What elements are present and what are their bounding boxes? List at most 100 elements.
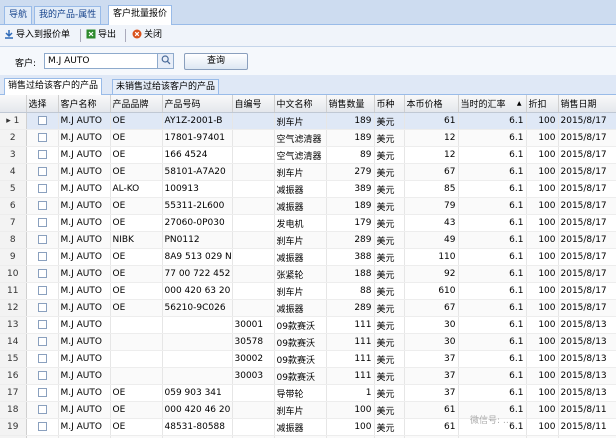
row-checkbox[interactable] [37,167,47,176]
select-checkbox-cell[interactable] [26,299,59,317]
table-row[interactable]: 7 M.J AUTO OE 27060-0P030 发电机 179 美元 43 6.1 100 20… [0,214,616,232]
table-row[interactable]: 9 M.J AUTO OE 8A9 513 029 N 减振器 388 美元 110 6.1 10… [0,248,616,266]
row-checkbox[interactable] [37,388,47,397]
col-header-price[interactable]: 本币价格 [404,95,459,113]
sale-date-cell: 2015/8/11 [558,401,616,419]
select-checkbox-cell[interactable] [26,248,59,266]
table-row[interactable]: 13 M.J AUTO 30001 09款赛沃 111 美元 30 6.1 100 2015/8/… [0,316,616,334]
customer-cell: M.J AUTO [58,350,111,368]
row-checkbox[interactable] [37,405,47,414]
row-checkbox[interactable] [37,184,47,193]
row-checkbox[interactable] [37,337,47,346]
table-row[interactable]: 8 M.J AUTO NIBK PN0112 刹车片 289 美元 49 6.1 100 2015/… [0,231,616,249]
select-checkbox-cell[interactable] [26,265,59,283]
customer-cell: M.J AUTO [58,129,111,147]
toolbar: 导入到报价单 导出 关闭 [0,25,616,47]
col-header-chinese-name[interactable]: 中文名称 [274,95,327,113]
select-checkbox-cell[interactable] [26,282,59,300]
select-checkbox-cell[interactable] [26,112,59,130]
col-header-customer[interactable]: 客户名称 [58,95,111,113]
select-checkbox-cell[interactable] [26,163,59,181]
table-row[interactable]: 19 M.J AUTO OE 48531-80588 减振器 100 美元 61 6.1 100 2… [0,418,616,436]
select-checkbox-cell[interactable] [26,231,59,249]
row-checkbox[interactable] [37,218,47,227]
customer-combobox[interactable] [44,53,174,69]
currency-cell: 美元 [374,316,405,334]
table-row[interactable]: 11 M.J AUTO OE 000 420 63 20 刹车片 88 美元 610 6.1 10… [0,282,616,300]
col-header-select[interactable]: 选择 [26,95,59,113]
table-row[interactable]: 17 M.J AUTO OE 059 903 341 导带轮 1 美元 37 6.1 100 201… [0,384,616,402]
query-button[interactable]: 查询 [184,53,248,70]
select-checkbox-cell[interactable] [26,401,59,419]
tab-unsold-products[interactable]: 未销售过给该客户的产品 [112,79,220,94]
sale-date-cell: 2015/8/17 [558,197,616,215]
row-checkbox[interactable] [37,320,47,329]
table-row[interactable]: 10 M.J AUTO OE 77 00 722 452 张紧轮 188 美元 92 6.1 10… [0,265,616,283]
customer-cell: M.J AUTO [58,299,111,317]
customer-cell: M.J AUTO [58,282,111,300]
col-header-brand[interactable]: 产品品牌 [110,95,163,113]
row-checkbox[interactable] [37,116,47,125]
table-row[interactable]: 3 M.J AUTO OE 166 4524 空气滤清器 89 美元 12 6.1 100 2015… [0,146,616,164]
select-checkbox-cell[interactable] [26,367,59,385]
table-row[interactable]: 12 M.J AUTO OE 56210-9C026 减振器 289 美元 67 6.1 100 2… [0,299,616,317]
row-checkbox[interactable] [37,354,47,363]
row-number: 9 [0,248,27,266]
table-row[interactable]: 6 M.J AUTO OE 55311-2L600 减振器 189 美元 79 6.1 100 20… [0,197,616,215]
select-checkbox-cell[interactable] [26,384,59,402]
import-to-quote-button[interactable]: 导入到报价单 [4,28,70,43]
select-checkbox-cell[interactable] [26,214,59,232]
currency-cell: 美元 [374,418,405,436]
row-checkbox[interactable] [37,269,47,278]
exchange-rate-cell: 6.1 [458,265,527,283]
customer-input[interactable] [45,54,160,68]
row-checkbox[interactable] [37,371,47,380]
close-icon [132,29,142,39]
col-header-sale-date[interactable]: 销售日期 [558,95,616,113]
row-checkbox[interactable] [37,235,47,244]
row-checkbox[interactable] [37,133,47,142]
table-row[interactable]: ▸ 1 M.J AUTO OE AY1Z-2001-B 刹车片 189 美元 61 6.1 100… [0,112,616,130]
col-header-currency[interactable]: 币种 [374,95,405,113]
tab-my-products[interactable]: 我的产品-属性 [34,6,102,24]
select-checkbox-cell[interactable] [26,146,59,164]
table-row[interactable]: 15 M.J AUTO 30002 09款赛沃 111 美元 37 6.1 100 2015/8/… [0,350,616,368]
search-trigger[interactable] [157,54,173,68]
customer-cell: M.J AUTO [58,418,111,436]
table-row[interactable]: 16 M.J AUTO 30003 09款赛沃 111 美元 37 6.1 100 2015/8/… [0,367,616,385]
row-checkbox[interactable] [37,252,47,261]
tab-sold-products[interactable]: 销售过给该客户的产品 [4,78,103,95]
select-checkbox-cell[interactable] [26,333,59,351]
tab-batch-quote[interactable]: 客户批量报价 [108,5,173,25]
table-row[interactable]: 5 M.J AUTO AL-KO 100913 减振器 389 美元 85 6.1 100 2015… [0,180,616,198]
select-checkbox-cell[interactable] [26,316,59,334]
table-row[interactable]: 18 M.J AUTO OE 000 420 46 20 刹车片 100 美元 61 6.1 10… [0,401,616,419]
col-header-discount[interactable]: 折扣 [526,95,559,113]
table-row[interactable]: 14 M.J AUTO 30578 09款赛沃 111 美元 30 6.1 100 2015/8/… [0,333,616,351]
customer-label: 客户: [15,59,37,69]
select-checkbox-cell[interactable] [26,129,59,147]
select-checkbox-cell[interactable] [26,418,59,436]
table-row[interactable]: 2 M.J AUTO OE 17801-97401 空气滤清器 189 美元 12 6.1 100… [0,129,616,147]
row-checkbox[interactable] [37,303,47,312]
discount-cell: 100 [526,146,559,164]
select-checkbox-cell[interactable] [26,350,59,368]
row-checkbox[interactable] [37,150,47,159]
row-checkbox[interactable] [37,201,47,210]
export-button[interactable]: 导出 [86,28,116,43]
select-checkbox-cell[interactable] [26,180,59,198]
row-checkbox[interactable] [37,286,47,295]
tab-navigation[interactable]: 导航 [4,6,33,24]
col-header-quantity[interactable]: 销售数量 [326,95,375,113]
table-row[interactable]: 4 M.J AUTO OE 58101-A7A20 刹车片 279 美元 67 6.1 100 20… [0,163,616,181]
row-checkbox[interactable] [37,422,47,431]
row-number: 10 [0,265,27,283]
quantity-cell: 100 [326,401,375,419]
col-header-self-no[interactable]: 自编号 [232,95,275,113]
col-header-exchange-rate[interactable]: 当时的汇率 ▲ [458,95,527,113]
select-checkbox-cell[interactable] [26,197,59,215]
close-button[interactable]: 关闭 [132,28,162,43]
row-number: 14 [0,333,27,351]
col-header-product-no[interactable]: 产品号码 [162,95,233,113]
chinese-name-cell: 刹车片 [274,112,327,130]
